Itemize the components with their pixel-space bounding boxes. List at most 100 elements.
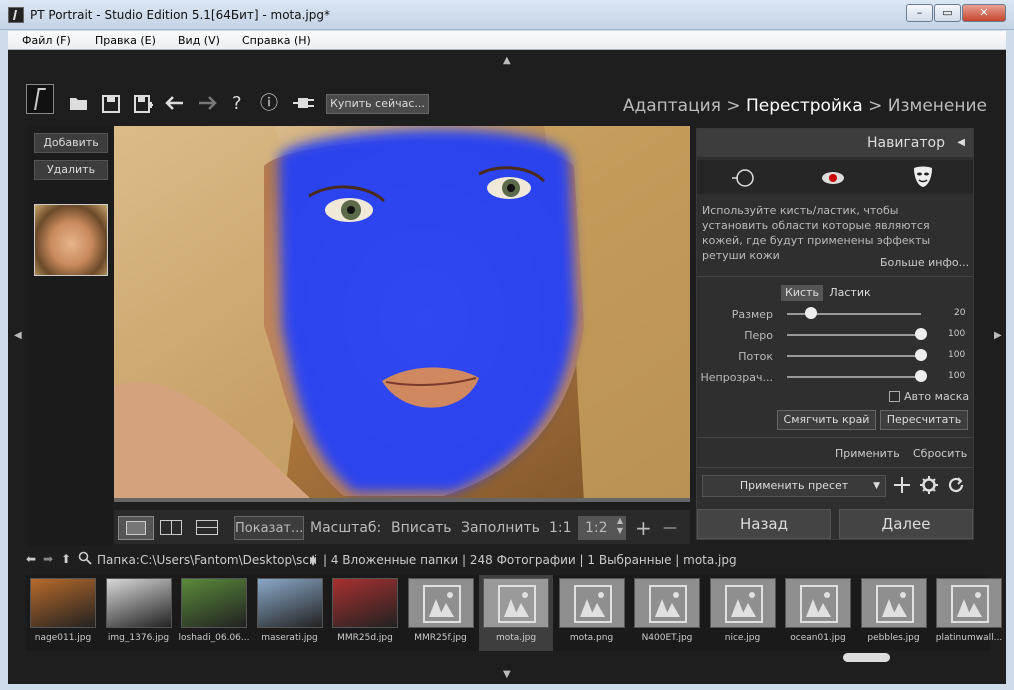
filmstrip-item[interactable]: img_1376.jpg [102, 575, 176, 651]
filmstrip-item[interactable]: MMR25d.jpg [328, 575, 402, 651]
collapse-right-arrow-icon[interactable]: ▶ [994, 330, 1002, 341]
breadcrumb-step-adapt[interactable]: Адаптация [623, 96, 721, 116]
filmstrip-scrollbar[interactable] [843, 653, 890, 662]
preset-dropdown[interactable]: Применить пресет ▼ [702, 475, 886, 497]
filmstrip-thumbnail [256, 578, 323, 628]
save-icon[interactable] [102, 95, 120, 117]
flow-value: 100 [948, 350, 966, 360]
path-dropdown-arrows-icon[interactable]: ▲ ▼ [310, 554, 316, 567]
filmstrip-item[interactable]: nage011.jpg [26, 575, 100, 651]
filmstrip-item[interactable]: ocean01.jpg [781, 575, 855, 651]
stepper-arrows-icon[interactable]: ▲ ▼ [617, 516, 623, 536]
filmstrip-item[interactable]: N400ET.jpg [630, 575, 704, 651]
tab-eraser[interactable]: Ластик [826, 285, 874, 301]
filmstrip-item[interactable]: mota.jpg [479, 575, 553, 651]
adjust-tool-icon[interactable] [731, 168, 755, 191]
navigator-header[interactable]: Навигатор ◀ [697, 129, 973, 157]
delete-button[interactable]: Удалить [34, 160, 108, 180]
info-icon[interactable]: ⓘ [260, 95, 278, 113]
tool-modes-row [697, 160, 973, 194]
split-horizontal-view-button[interactable] [194, 516, 222, 540]
zoom-1-1-button[interactable]: 1:1 [549, 516, 572, 540]
smooth-edge-button[interactable]: Смягчить край [777, 410, 876, 430]
photo-scrollbar[interactable] [114, 498, 690, 502]
size-slider-handle[interactable] [805, 307, 818, 319]
menu-help[interactable]: Справка (H) [242, 34, 311, 47]
recalculate-button[interactable]: Пересчитать [880, 410, 968, 430]
filmstrip-item-label: nage011.jpg [34, 633, 92, 643]
reset-link[interactable]: Сбросить [913, 447, 967, 460]
image-placeholder-icon [558, 578, 625, 628]
breadcrumb-step-rebuild[interactable]: Перестройка [746, 96, 863, 116]
menu-file[interactable]: Файл (F) [22, 34, 71, 47]
close-button[interactable]: ✕ [962, 4, 1006, 22]
filmstrip-item[interactable]: nice.jpg [706, 575, 780, 651]
filmstrip-item[interactable]: loshadi_06.06... [177, 575, 251, 651]
plugin-icon[interactable] [292, 95, 316, 115]
size-value: 20 [954, 308, 966, 318]
feather-slider-handle[interactable] [915, 328, 927, 340]
menu-edit[interactable]: Правка (E) [95, 34, 156, 47]
forward-arrow-icon[interactable]: ➡ [43, 552, 53, 566]
collapse-bottom-arrow-icon[interactable]: ▼ [503, 669, 511, 680]
add-preset-icon[interactable] [893, 476, 911, 497]
opacity-slider-handle[interactable] [915, 370, 927, 382]
tab-brush[interactable]: Кисть [781, 285, 823, 301]
zoom-ratio-stepper[interactable]: 1:2 ▲ ▼ [578, 516, 626, 540]
filmstrip-item[interactable]: maserati.jpg [253, 575, 327, 651]
folder-path-dropdown[interactable]: C:\Users\Fantom\Desktop\scrin [140, 553, 316, 567]
face-thumbnail[interactable] [34, 204, 108, 276]
auto-mask-label: Авто маска [904, 390, 970, 403]
help-icon[interactable]: ? [232, 95, 242, 113]
back-button[interactable]: Назад [697, 509, 831, 539]
skin-mask-tool-icon[interactable] [912, 166, 934, 191]
undo-icon[interactable] [165, 95, 185, 115]
gear-icon[interactable] [920, 476, 938, 497]
view-toolbar: Показат... Масштаб: Вписать Заполнить 1:… [114, 510, 690, 544]
flow-slider[interactable] [787, 355, 921, 357]
apply-link[interactable]: Применить [835, 447, 900, 460]
refresh-icon[interactable] [947, 476, 965, 497]
photo-canvas[interactable] [114, 126, 690, 502]
breadcrumb-step-edit[interactable]: Изменение [888, 96, 987, 116]
feather-slider[interactable] [787, 334, 921, 336]
single-view-button[interactable] [118, 516, 154, 540]
navigator-collapse-icon[interactable]: ◀ [957, 129, 965, 157]
collapse-top-arrow-icon[interactable]: ▲ [503, 55, 511, 66]
filmstrip-item-label: loshadi_06.06... [178, 633, 250, 643]
auto-mask-checkbox[interactable] [889, 391, 900, 402]
filmstrip-thumbnail [30, 578, 96, 628]
filmstrip-item[interactable]: mota.png [555, 575, 629, 651]
flow-slider-handle[interactable] [915, 349, 927, 361]
collapse-left-arrow-icon[interactable]: ◀ [14, 330, 22, 341]
redo-icon[interactable] [197, 95, 217, 115]
more-info-link[interactable]: Больше инфо... [880, 256, 969, 269]
image-placeholder-icon [936, 578, 1002, 628]
fit-button[interactable]: Вписать [391, 516, 452, 540]
back-arrow-icon[interactable]: ⬅ [26, 552, 36, 566]
search-icon[interactable] [78, 551, 92, 568]
save-as-icon[interactable] [134, 95, 154, 117]
zoom-in-button[interactable]: + [635, 516, 652, 540]
image-placeholder-icon [483, 578, 549, 628]
filmstrip-item[interactable]: MMR25f.jpg [404, 575, 478, 651]
zoom-out-button[interactable]: — [663, 516, 677, 540]
open-folder-icon[interactable] [69, 95, 89, 115]
maximize-button[interactable]: ▭ [934, 4, 961, 22]
menu-bar [8, 31, 1006, 50]
show-button[interactable]: Показат... [234, 516, 304, 540]
up-arrow-icon[interactable]: ⬆ [61, 552, 71, 566]
red-eye-tool-icon[interactable] [821, 170, 845, 189]
filmstrip-item[interactable]: pebbles.jpg [857, 575, 931, 651]
menu-view[interactable]: Вид (V) [178, 34, 220, 47]
fill-button[interactable]: Заполнить [461, 516, 540, 540]
opacity-slider[interactable] [787, 376, 921, 378]
feather-label: Перо [744, 329, 773, 342]
add-button[interactable]: Добавить [34, 133, 108, 153]
buy-now-button[interactable]: Купить сейчас... [326, 94, 429, 114]
filmstrip-item[interactable]: platinumwall... [932, 575, 1006, 651]
next-button[interactable]: Далее [839, 509, 973, 539]
split-vertical-view-button[interactable] [158, 516, 186, 540]
chevron-down-icon: ▼ [873, 481, 880, 491]
minimize-button[interactable]: – [906, 4, 933, 22]
